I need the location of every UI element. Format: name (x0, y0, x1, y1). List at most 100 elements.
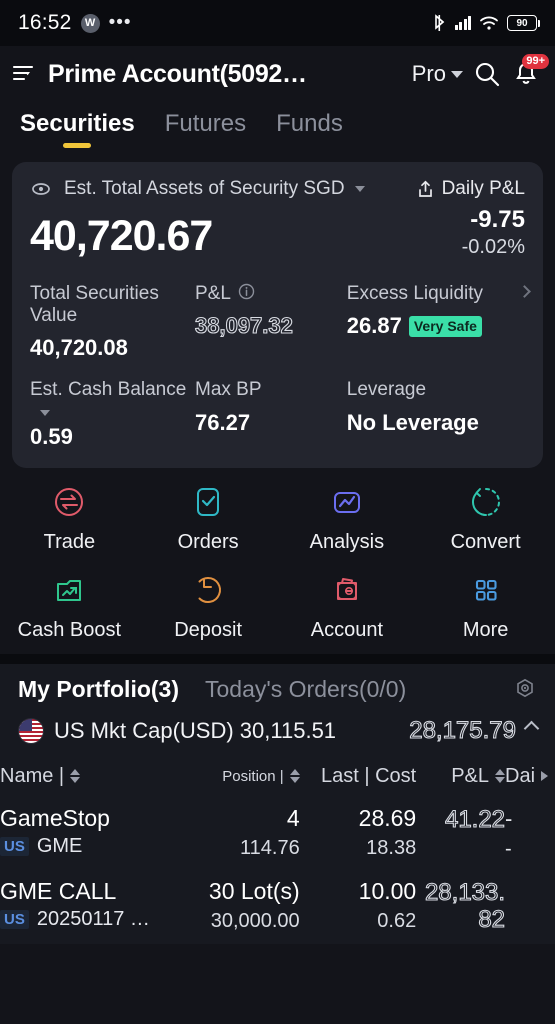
column-label: Last | Cost (321, 764, 417, 787)
currency-dropdown-icon[interactable] (354, 186, 365, 192)
cash-balance-dropdown-icon[interactable] (40, 409, 50, 416)
action-account[interactable]: Account (278, 570, 417, 642)
tab-todays-orders[interactable]: Today's Orders(0/0) (205, 676, 406, 703)
column-label: Dai (505, 764, 536, 787)
position-qty: 4 (286, 804, 300, 831)
position-market-value: 30,000.00 (210, 910, 300, 933)
holding-symbol: GME (36, 835, 83, 858)
cell-position: 4 114.76 (189, 798, 300, 871)
daily-percent: - (505, 837, 512, 860)
share-icon (416, 180, 435, 199)
cell-daily (505, 871, 555, 944)
metric-value: 38,097.32 (194, 313, 293, 339)
column-header-daily[interactable]: Dai (505, 757, 555, 798)
action-label: Convert (450, 530, 521, 553)
action-orders[interactable]: Orders (139, 482, 278, 554)
action-label: Account (310, 618, 383, 641)
quick-actions-row-1: Trade Orders Analysis Convert (0, 482, 555, 554)
metric-excess-liquidity[interactable]: Excess Liquidity 26.87 Very Safe (346, 283, 531, 361)
position-market-value: 114.76 (240, 837, 300, 860)
metric-label: Leverage (346, 379, 427, 401)
quick-actions: Trade Orders Analysis Convert Cash Boost… (0, 467, 555, 654)
action-label: Cash Boost (17, 618, 122, 641)
account-mode-selector[interactable]: Pro (412, 61, 463, 87)
tab-funds-label: Funds (276, 110, 343, 137)
assets-card-main: 40,720.67 -9.75 -0.02% (30, 206, 525, 261)
action-cash-boost[interactable]: Cash Boost (0, 570, 139, 642)
metric-leverage: Leverage No Leverage (347, 379, 525, 449)
page-title[interactable]: Prime Account(5092… (48, 60, 402, 89)
position-qty: 30 Lot(s) (208, 877, 300, 904)
market-cap-value: 28,175.79 (409, 716, 517, 744)
battery-level: 90 (516, 17, 528, 29)
sort-arrows-icon[interactable] (289, 769, 300, 784)
holding-symbol: 20250117 … (36, 908, 150, 931)
cell-last-cost: 28.69 18.38 (300, 798, 417, 871)
app-screen: 16:52 W ••• 90 Prime Account(5092… Pro 9… (0, 0, 555, 1024)
cell-pl: 28,133.82 (416, 871, 505, 944)
daily-pl-button[interactable]: Daily P&L (416, 178, 525, 200)
app-notification-icon: W (80, 13, 100, 33)
assets-label: Est. Total Assets of Security SGD (64, 178, 345, 199)
cellular-signal-icon (454, 16, 471, 30)
metric-value: 76.27 (195, 409, 251, 435)
caret-right-icon (541, 771, 549, 782)
sort-arrows-icon[interactable] (70, 769, 81, 784)
chevron-up-icon[interactable] (523, 720, 540, 737)
tab-my-portfolio[interactable]: My Portfolio(3) (18, 676, 179, 703)
bluetooth-icon (432, 14, 447, 32)
assets-card-header: Est. Total Assets of Security SGD Daily … (30, 178, 525, 200)
table-row[interactable]: GameStop US GME 4 114.76 28.69 18.38 41.… (0, 798, 555, 871)
cell-name: GameStop US GME (0, 798, 189, 871)
tab-securities[interactable]: Securities (20, 110, 135, 148)
action-convert[interactable]: Convert (416, 482, 555, 554)
column-header-inner: Last | Cost (300, 764, 417, 788)
quick-actions-row-2: Cash Boost Deposit Account More (0, 570, 555, 642)
metric-label: Excess Liquidity (346, 283, 484, 304)
table-header-row: Name | Position | Last | Cost P&L Dai (0, 757, 555, 798)
notifications-button[interactable]: 99+ (511, 54, 549, 89)
metric-value: 0.59 (30, 423, 73, 449)
action-analysis[interactable]: Analysis (278, 482, 417, 554)
market-cap-row[interactable]: US Mkt Cap(USD) 30,115.51 28,175.79 (0, 703, 555, 757)
action-label: More (462, 618, 509, 641)
info-icon[interactable] (238, 283, 255, 300)
status-badge: 99+ (522, 54, 549, 70)
column-header-name[interactable]: Name | (0, 757, 189, 798)
portfolio-section: My Portfolio(3) Today's Orders(0/0) US M… (0, 663, 555, 944)
metric-pl: P&L 38,097.32 (194, 283, 347, 361)
analysis-chart-icon (327, 482, 367, 522)
metric-est-cash-balance: Est. Cash Balance 0.59 (30, 379, 195, 449)
orders-checklist-icon (188, 482, 228, 522)
portfolio-tabs: My Portfolio(3) Today's Orders(0/0) (0, 676, 555, 703)
last-price: 10.00 (358, 877, 417, 904)
table-row[interactable]: GME CALL US 20250117 … 30 Lot(s) 30,000.… (0, 871, 555, 944)
tab-funds[interactable]: Funds (276, 110, 343, 148)
column-header-position[interactable]: Position | (189, 757, 300, 798)
holding-symbol-row: US GME (0, 835, 189, 858)
metrics-grid: Total Securities Value 40,720.08 P&L 38,… (30, 283, 531, 450)
metric-label: Max BP (195, 379, 262, 401)
settings-gear-icon[interactable] (513, 677, 537, 701)
tab-futures-label: Futures (164, 110, 247, 137)
trade-exchange-icon (49, 482, 89, 522)
sort-arrows-icon[interactable] (495, 769, 506, 784)
column-header-last-cost[interactable]: Last | Cost (300, 757, 417, 798)
metric-value: 26.87 (346, 313, 402, 339)
pl-value: 41.22 (444, 805, 506, 833)
daily-pl-amount: -9.75 (470, 206, 525, 233)
eye-icon[interactable] (30, 178, 52, 200)
column-header-pl[interactable]: P&L (416, 757, 506, 798)
status-bar: 16:52 W ••• 90 (0, 0, 555, 46)
action-trade[interactable]: Trade (0, 482, 139, 554)
action-more[interactable]: More (416, 570, 555, 642)
search-icon[interactable] (473, 60, 501, 88)
action-label: Trade (43, 530, 96, 553)
action-label: Analysis (309, 530, 385, 553)
status-time: 16:52 (18, 11, 72, 34)
tab-futures[interactable]: Futures (165, 110, 246, 148)
action-deposit[interactable]: Deposit (139, 570, 278, 642)
assets-summary-card: Est. Total Assets of Security SGD Daily … (12, 162, 543, 468)
list-menu-icon[interactable] (12, 61, 38, 87)
column-header-inner: Name | (0, 765, 189, 788)
